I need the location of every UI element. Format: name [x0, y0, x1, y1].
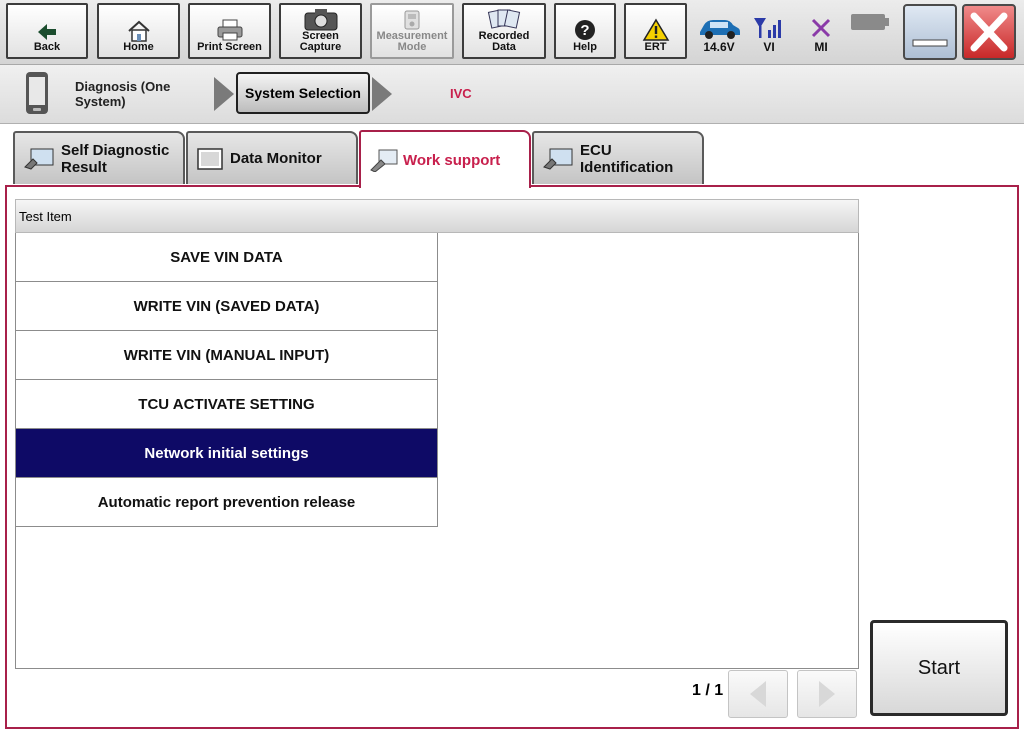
tab-self-diagnostic-line2: Result — [61, 158, 107, 176]
print-screen-label: Print Screen — [197, 41, 262, 53]
tab-ecu-identification[interactable]: ECU Identification — [532, 131, 704, 184]
tab-data-monitor[interactable]: Data Monitor — [186, 131, 358, 184]
self-diagnostic-icon — [24, 148, 54, 170]
diagnosis-device-icon — [26, 72, 48, 114]
ecu-identification-icon — [543, 148, 573, 170]
printer-icon — [217, 19, 242, 41]
back-button[interactable]: Back — [6, 3, 88, 59]
tab-ecu-line1: ECU — [580, 141, 612, 159]
close-button[interactable] — [962, 4, 1016, 60]
ert-label: ERT — [644, 41, 667, 53]
breadcrumb: Diagnosis (One System) System Selection … — [0, 65, 1024, 124]
data-monitor-icon — [197, 147, 223, 170]
recorded-data-button[interactable]: Recorded Data — [462, 3, 546, 59]
test-item-row-selected[interactable]: Network initial settings — [15, 429, 438, 478]
ert-button[interactable]: ERT — [624, 3, 687, 59]
signal-icon — [754, 18, 781, 38]
home-icon — [127, 20, 150, 42]
car-icon — [700, 20, 740, 39]
tab-ecu-line2: Identification — [580, 158, 674, 176]
mi-label: MI — [814, 40, 828, 54]
help-icon: ? — [575, 20, 595, 40]
breadcrumb-ivc: IVC — [450, 86, 472, 101]
back-label: Back — [33, 41, 61, 53]
vi-label: VI — [763, 40, 775, 54]
screen-capture-button[interactable]: Screen Capture — [279, 3, 362, 59]
breadcrumb-diagnosis-line1: Diagnosis (One — [75, 79, 171, 94]
next-page-button[interactable] — [797, 670, 857, 718]
breadcrumb-diagnosis[interactable]: Diagnosis (One System) — [75, 79, 170, 109]
mi-indicator: MI — [794, 6, 848, 58]
breadcrumb-system-selection[interactable]: System Selection — [236, 72, 370, 114]
tab-self-diagnostic-line1: Self Diagnostic — [61, 141, 170, 159]
tab-work-support[interactable]: Work support — [359, 130, 531, 188]
vi-indicator: VI — [742, 6, 796, 58]
warning-icon — [642, 18, 669, 41]
screen-capture-label-2: Capture — [299, 41, 342, 53]
breadcrumb-arrow — [372, 77, 392, 111]
previous-page-button[interactable] — [728, 670, 788, 718]
measurement-label-2: Mode — [397, 41, 427, 53]
tab-data-monitor-label: Data Monitor — [230, 150, 322, 167]
start-button[interactable]: Start — [870, 620, 1008, 716]
work-support-icon — [370, 149, 398, 172]
battery-icon — [851, 14, 889, 30]
home-button[interactable]: Home — [97, 3, 180, 59]
test-item-row[interactable]: SAVE VIN DATA — [15, 233, 438, 282]
camera-icon — [304, 9, 337, 31]
minimize-button[interactable] — [903, 4, 957, 60]
recorded-data-label-2: Data — [492, 41, 516, 53]
svg-text:?: ? — [580, 22, 589, 39]
battery-voltage-indicator: 14.6V — [692, 6, 746, 58]
recorded-data-icon — [487, 9, 521, 29]
test-item-row[interactable]: WRITE VIN (SAVED DATA) — [15, 282, 438, 331]
measurement-icon — [404, 10, 420, 30]
test-item-row[interactable]: Automatic report prevention release — [15, 478, 438, 527]
voltage-value: 14.6V — [703, 40, 735, 54]
home-label: Home — [123, 41, 154, 53]
breadcrumb-arrow — [214, 77, 234, 111]
toolbar: Back Home Print Screen Screen Capture Me… — [0, 0, 1024, 65]
breadcrumb-diagnosis-line2: System) — [75, 94, 126, 109]
tab-work-support-label: Work support — [403, 151, 501, 169]
test-item-row[interactable]: TCU ACTIVATE SETTING — [15, 380, 438, 429]
help-button[interactable]: ? Help — [554, 3, 616, 59]
chevron-left-icon — [750, 681, 766, 707]
tab-self-diagnostic-result[interactable]: Self Diagnostic Result — [13, 131, 185, 184]
page-indicator: 1 / 1 — [692, 682, 724, 699]
minimize-icon — [912, 39, 948, 47]
chevron-right-icon — [819, 681, 835, 707]
close-icon — [970, 12, 1008, 52]
disconnected-x-icon — [811, 18, 831, 38]
help-label: Help — [573, 41, 597, 53]
test-item-row[interactable]: WRITE VIN (MANUAL INPUT) — [15, 331, 438, 380]
back-arrow-icon — [38, 24, 56, 40]
print-screen-button[interactable]: Print Screen — [188, 3, 271, 59]
measurement-mode-button[interactable]: Measurement Mode — [370, 3, 454, 59]
test-item-header: Test Item — [15, 199, 859, 233]
